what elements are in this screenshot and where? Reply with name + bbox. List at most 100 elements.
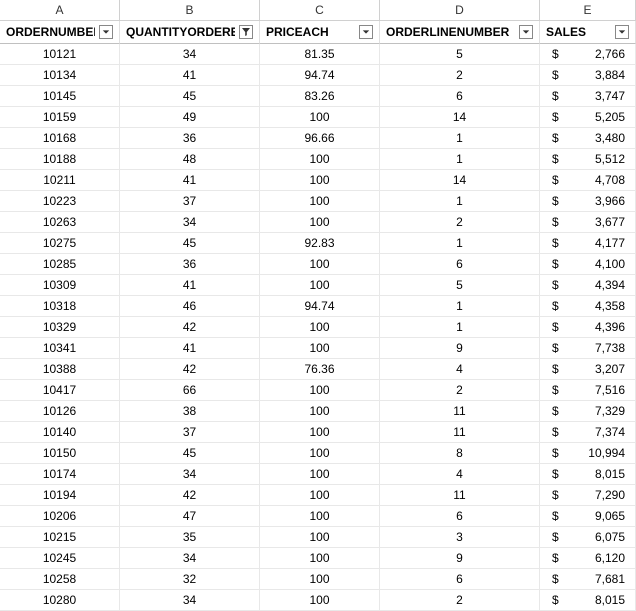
column-letter[interactable]: C (260, 0, 380, 21)
data-cell[interactable]: 48 (120, 149, 260, 170)
data-cell[interactable]: 10215 (0, 527, 120, 548)
data-cell[interactable]: 38 (120, 401, 260, 422)
data-cell[interactable]: 34 (120, 590, 260, 611)
data-cell[interactable]: 100 (260, 527, 380, 548)
data-cell[interactable]: 96.66 (260, 128, 380, 149)
data-cell[interactable]: 81.35 (260, 44, 380, 65)
data-cell[interactable]: 10309 (0, 275, 120, 296)
data-cell[interactable]: 6 (380, 506, 540, 527)
data-cell[interactable]: 100 (260, 107, 380, 128)
data-cell[interactable]: 45 (120, 86, 260, 107)
column-letter[interactable]: D (380, 0, 540, 21)
data-cell[interactable]: 100 (260, 254, 380, 275)
column-header[interactable]: PRICEACH (260, 21, 380, 44)
data-cell[interactable]: $7,738 (540, 338, 636, 359)
data-cell[interactable]: 6 (380, 86, 540, 107)
data-cell[interactable]: $9,065 (540, 506, 636, 527)
data-cell[interactable]: 100 (260, 317, 380, 338)
data-cell[interactable]: 100 (260, 170, 380, 191)
data-cell[interactable]: 100 (260, 338, 380, 359)
filter-dropdown-icon[interactable] (99, 25, 113, 39)
data-cell[interactable]: 37 (120, 191, 260, 212)
data-cell[interactable]: $5,205 (540, 107, 636, 128)
data-cell[interactable]: 6 (380, 254, 540, 275)
data-cell[interactable]: 1 (380, 191, 540, 212)
data-cell[interactable]: 10126 (0, 401, 120, 422)
data-cell[interactable]: 100 (260, 590, 380, 611)
data-cell[interactable]: 2 (380, 65, 540, 86)
filter-active-icon[interactable] (239, 25, 253, 39)
data-cell[interactable]: 34 (120, 212, 260, 233)
data-cell[interactable]: 36 (120, 128, 260, 149)
data-cell[interactable]: 10168 (0, 128, 120, 149)
filter-dropdown-icon[interactable] (519, 25, 533, 39)
data-cell[interactable]: 10417 (0, 380, 120, 401)
data-cell[interactable]: 11 (380, 485, 540, 506)
data-cell[interactable]: 10206 (0, 506, 120, 527)
data-cell[interactable]: 10159 (0, 107, 120, 128)
data-cell[interactable]: 4 (380, 464, 540, 485)
data-cell[interactable]: 9 (380, 548, 540, 569)
data-cell[interactable]: $10,994 (540, 443, 636, 464)
data-cell[interactable]: $7,374 (540, 422, 636, 443)
data-cell[interactable]: 100 (260, 548, 380, 569)
data-cell[interactable]: $6,075 (540, 527, 636, 548)
data-cell[interactable]: 4 (380, 359, 540, 380)
data-cell[interactable]: 42 (120, 485, 260, 506)
data-cell[interactable]: 1 (380, 128, 540, 149)
data-cell[interactable]: 100 (260, 275, 380, 296)
data-cell[interactable]: $4,708 (540, 170, 636, 191)
data-cell[interactable]: $4,100 (540, 254, 636, 275)
data-cell[interactable]: 100 (260, 380, 380, 401)
data-cell[interactable]: $7,290 (540, 485, 636, 506)
data-cell[interactable]: 37 (120, 422, 260, 443)
data-cell[interactable]: 10285 (0, 254, 120, 275)
data-cell[interactable]: 8 (380, 443, 540, 464)
data-cell[interactable]: 10140 (0, 422, 120, 443)
data-cell[interactable]: $7,329 (540, 401, 636, 422)
data-cell[interactable]: 2 (380, 380, 540, 401)
filter-dropdown-icon[interactable] (615, 25, 629, 39)
data-cell[interactable]: 10150 (0, 443, 120, 464)
data-cell[interactable]: $3,747 (540, 86, 636, 107)
data-cell[interactable]: 14 (380, 107, 540, 128)
data-cell[interactable]: $3,207 (540, 359, 636, 380)
data-cell[interactable]: 41 (120, 65, 260, 86)
data-cell[interactable]: 100 (260, 443, 380, 464)
data-cell[interactable]: $7,516 (540, 380, 636, 401)
data-cell[interactable]: 10318 (0, 296, 120, 317)
data-cell[interactable]: 10145 (0, 86, 120, 107)
data-cell[interactable]: 10275 (0, 233, 120, 254)
data-cell[interactable]: 42 (120, 317, 260, 338)
data-cell[interactable]: 10263 (0, 212, 120, 233)
data-cell[interactable]: $3,966 (540, 191, 636, 212)
data-cell[interactable]: 10188 (0, 149, 120, 170)
data-cell[interactable]: 35 (120, 527, 260, 548)
data-cell[interactable]: 100 (260, 212, 380, 233)
data-cell[interactable]: 41 (120, 275, 260, 296)
data-cell[interactable]: 36 (120, 254, 260, 275)
data-cell[interactable]: $6,120 (540, 548, 636, 569)
data-cell[interactable]: $4,177 (540, 233, 636, 254)
column-header[interactable]: ORDERNUMBER (0, 21, 120, 44)
data-cell[interactable]: $4,396 (540, 317, 636, 338)
data-cell[interactable]: 41 (120, 338, 260, 359)
data-cell[interactable]: $3,884 (540, 65, 636, 86)
data-cell[interactable]: 10329 (0, 317, 120, 338)
data-cell[interactable]: 34 (120, 548, 260, 569)
data-cell[interactable]: $3,480 (540, 128, 636, 149)
data-cell[interactable]: 10134 (0, 65, 120, 86)
data-cell[interactable]: $4,358 (540, 296, 636, 317)
data-cell[interactable]: 10245 (0, 548, 120, 569)
data-cell[interactable]: 100 (260, 464, 380, 485)
data-cell[interactable]: 100 (260, 191, 380, 212)
data-cell[interactable]: 42 (120, 359, 260, 380)
data-cell[interactable]: 46 (120, 296, 260, 317)
data-cell[interactable]: 94.74 (260, 296, 380, 317)
data-cell[interactable]: 83.26 (260, 86, 380, 107)
data-cell[interactable]: 100 (260, 506, 380, 527)
data-cell[interactable]: 1 (380, 149, 540, 170)
data-cell[interactable]: 9 (380, 338, 540, 359)
data-cell[interactable]: 10341 (0, 338, 120, 359)
data-cell[interactable]: 45 (120, 443, 260, 464)
